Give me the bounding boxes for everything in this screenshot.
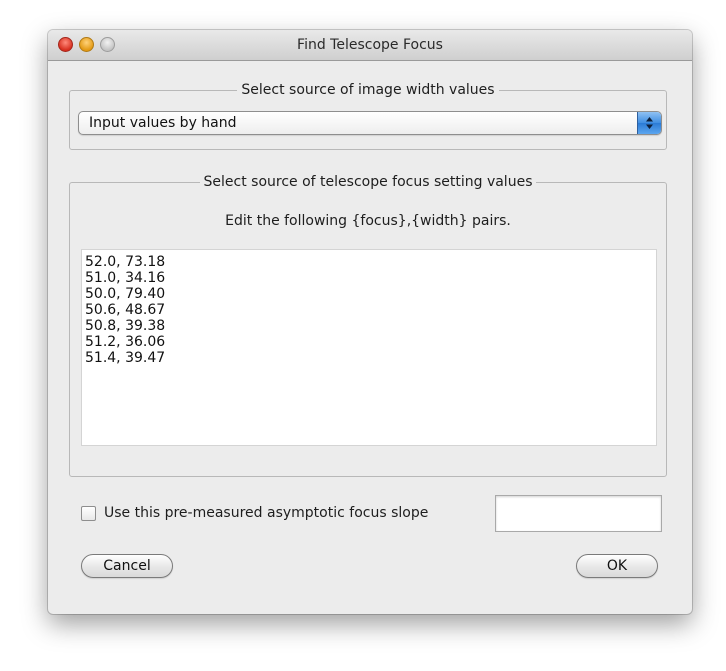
updown-chevrons-icon — [637, 112, 661, 134]
slope-checkbox-label[interactable]: Use this pre-measured asymptotic focus s… — [104, 504, 428, 523]
dialog-window: Find Telescope Focus Select source of im… — [48, 30, 692, 614]
slope-checkbox[interactable] — [81, 506, 96, 521]
pairs-instruction: Edit the following {focus},{width} pairs… — [225, 213, 511, 229]
focus-source-legend: Select source of telescope focus setting… — [199, 174, 537, 190]
width-source-popup[interactable]: Input values by hand — [78, 111, 662, 135]
pair-line: 51.2, 36.06 — [85, 334, 166, 350]
window-title: Find Telescope Focus — [297, 37, 443, 53]
pair-line: 50.8, 39.38 — [85, 318, 166, 334]
pair-line: 51.0, 34.16 — [85, 270, 166, 286]
pair-line: 51.4, 39.47 — [85, 350, 166, 366]
desktop: Find Telescope Focus Select source of im… — [0, 0, 726, 671]
width-source-selected: Input values by hand — [89, 115, 237, 131]
ok-button[interactable]: OK — [576, 554, 658, 578]
cancel-button[interactable]: Cancel — [81, 554, 173, 578]
width-source-legend: Select source of image width values — [237, 82, 499, 98]
pair-line: 50.0, 79.40 — [85, 286, 166, 302]
pair-line: 52.0, 73.18 — [85, 254, 166, 270]
focus-width-pairs-textarea[interactable]: 52.0, 73.18 51.0, 34.16 50.0, 79.40 50.6… — [81, 249, 657, 446]
pair-line: 50.6, 48.67 — [85, 302, 166, 318]
title-bar[interactable]: Find Telescope Focus — [48, 30, 692, 61]
slope-input[interactable] — [495, 495, 662, 532]
